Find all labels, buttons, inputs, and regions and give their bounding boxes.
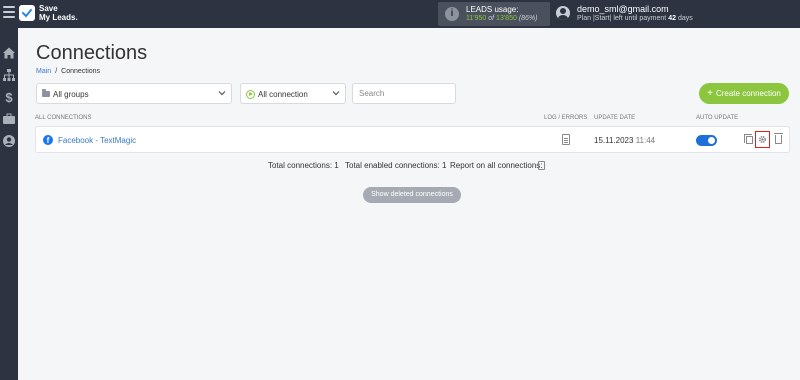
breadcrumb-separator: /: [55, 68, 58, 75]
total-connections: Total connections: 1: [268, 161, 339, 170]
user-plan: Plan |Start| left until payment 42 days: [577, 15, 693, 22]
chevron-down-icon: [332, 91, 340, 96]
groups-select[interactable]: All groups: [36, 83, 232, 104]
home-icon[interactable]: [2, 46, 16, 60]
connection-select-value: All connection: [258, 90, 308, 99]
chevron-down-icon: [218, 91, 226, 96]
log-document-icon[interactable]: [562, 134, 570, 145]
leads-total: 13'850: [496, 15, 517, 22]
breadcrumb: Main / Connections: [36, 68, 100, 75]
briefcase-icon[interactable]: [2, 112, 16, 126]
sidebar: $: [0, 28, 18, 380]
show-deleted-connections-button[interactable]: Show deleted connections: [363, 187, 461, 203]
breadcrumb-current: Connections: [61, 68, 101, 75]
column-auto-update: AUTO UPDATE: [696, 115, 739, 121]
column-update-date: UPDATE DATE: [594, 115, 636, 121]
logo-line-2: My Leads.: [39, 13, 78, 22]
auto-update-toggle[interactable]: [696, 135, 717, 146]
update-date-value: 15.11.2023: [594, 136, 634, 145]
sitemap-icon[interactable]: [2, 68, 16, 82]
top-bar: Save My Leads. i LEADS usage: 11'950 of …: [0, 0, 800, 28]
logo[interactable]: Save My Leads.: [19, 4, 78, 22]
connection-row: f Facebook - TextMagic 15.11.2023 11:44: [35, 126, 790, 153]
connection-name-link[interactable]: Facebook - TextMagic: [58, 136, 136, 145]
dollar-icon[interactable]: $: [2, 90, 16, 105]
folder-icon: [42, 89, 50, 97]
groups-select-value: All groups: [53, 90, 89, 99]
plan-days-unit: days: [677, 15, 693, 22]
create-connection-button[interactable]: + Create connection: [699, 83, 789, 104]
leads-of: of: [488, 15, 495, 22]
connection-status-select[interactable]: All connection: [240, 83, 346, 104]
plan-days-value: 42: [668, 15, 676, 22]
checkmark-logo-icon: [19, 5, 35, 21]
main-content: Connections Main / Connections All groups …: [18, 28, 800, 380]
leads-usage-value: 11'950 of 13'850 (86%): [466, 15, 538, 22]
leads-percent: (86%): [518, 15, 538, 22]
search-input[interactable]: [352, 83, 456, 104]
leads-used: 11'950: [466, 15, 487, 22]
column-log-errors: LOG / ERRORS: [544, 115, 588, 121]
logo-text: Save My Leads.: [39, 4, 78, 22]
column-all-connections: ALL CONNECTIONS: [35, 115, 92, 121]
plan-text: Plan |Start| left until payment: [577, 15, 667, 22]
facebook-icon: f: [43, 135, 53, 145]
play-circle-icon: [246, 90, 255, 99]
settings-button[interactable]: [755, 131, 770, 148]
total-enabled-connections: Total enabled connections: 1: [345, 161, 447, 170]
trash-icon[interactable]: [774, 133, 783, 144]
plus-icon: +: [707, 88, 713, 99]
page-title: Connections: [36, 42, 148, 64]
logo-line-1: Save: [39, 4, 58, 13]
update-time-value: 11:44: [635, 136, 656, 145]
menu-icon[interactable]: [3, 6, 15, 20]
info-icon: i: [445, 7, 459, 21]
leads-usage-label: LEADS usage:: [466, 5, 519, 14]
user-email: demo_sml@gmail.com: [577, 4, 669, 14]
breadcrumb-main-link[interactable]: Main: [36, 68, 51, 75]
user-circle-icon[interactable]: [2, 134, 16, 148]
leads-usage-panel: i LEADS usage: 11'950 of 13'850 (86%): [438, 2, 550, 26]
svg-text:$: $: [5, 90, 13, 104]
create-connection-label: Create connection: [715, 89, 781, 98]
user-avatar-icon: [556, 6, 570, 20]
report-label: Report on all connections:: [450, 161, 543, 170]
report-document-icon[interactable]: [538, 161, 545, 170]
copy-icon[interactable]: [744, 134, 753, 144]
gear-icon: [759, 136, 766, 143]
update-date: 15.11.2023 11:44: [594, 136, 655, 145]
